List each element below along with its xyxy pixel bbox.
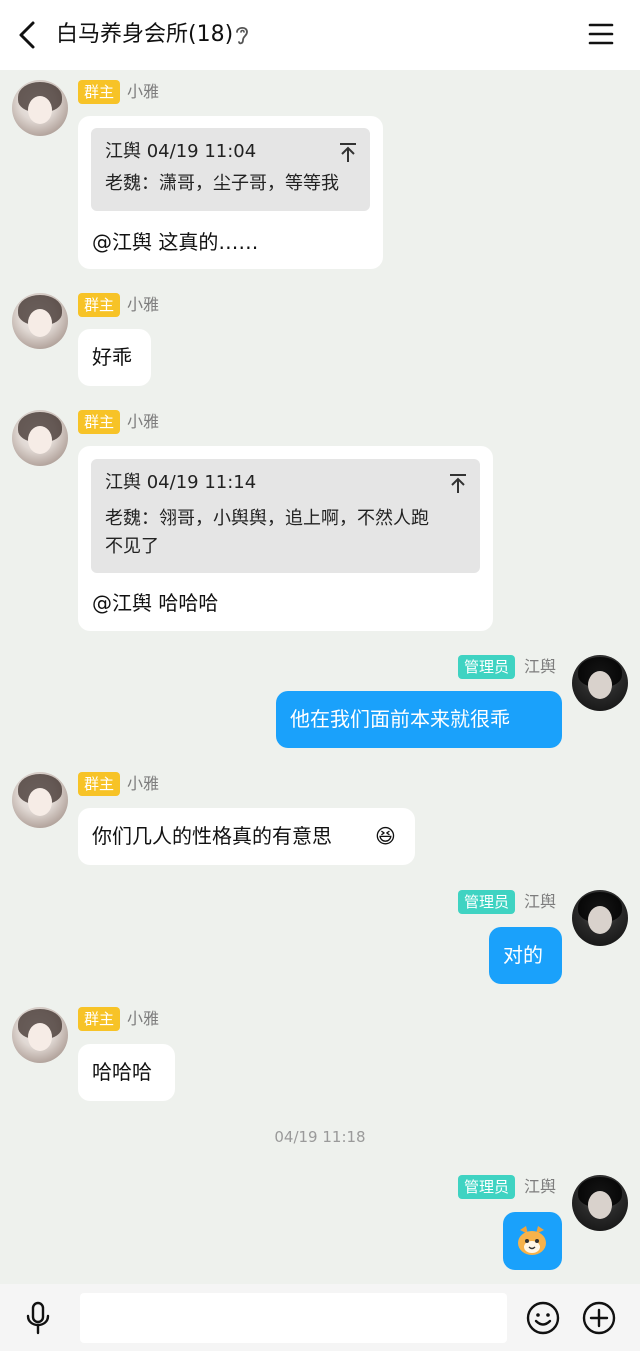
quote-text-line-2: 不见了 <box>105 536 159 557</box>
message-bubble[interactable]: 江舆 04/19 11:14 老魏：翎哥，小舆舆，追上啊，不然人跑 不见了 @江… <box>78 446 493 631</box>
laughing-emoji: 😆 <box>375 824 396 848</box>
input-bar <box>0 1284 640 1351</box>
sender-name: 江舆 <box>524 657 557 676</box>
quote-text-line-1: 老魏：翎哥，小舆舆，追上啊，不然人跑 <box>105 508 429 529</box>
chat-header: 白马养身会所(18) <box>0 0 640 70</box>
sender-name: 小雅 <box>127 412 160 431</box>
quoted-message[interactable]: 江舆 04/19 11:14 老魏：翎哥，小舆舆，追上啊，不然人跑 不见了 <box>91 459 480 573</box>
message-bubble[interactable]: 江舆 04/19 11:04 老魏：潇哥，尘子哥，等等我 @江舆 这真的…… <box>78 116 383 269</box>
message-text: 他在我们面前本来就很乖 <box>290 707 510 731</box>
sender-name: 小雅 <box>127 1009 160 1028</box>
message-bubble[interactable]: 好乖 <box>78 329 151 386</box>
message-text: 你们几人的性格真的有意思 <box>92 824 332 848</box>
avatar[interactable] <box>572 890 628 946</box>
role-badge: 群主 <box>78 410 121 434</box>
avatar[interactable] <box>572 655 628 711</box>
sender-name: 小雅 <box>127 82 160 101</box>
chat-timestamp: 04/19 11:18 <box>274 1128 366 1146</box>
back-arrow-icon[interactable] <box>14 20 42 50</box>
message-text: 好乖 <box>92 345 132 369</box>
role-badge: 群主 <box>78 80 121 104</box>
cat-face-sticker-icon <box>518 1226 546 1255</box>
chat-title: 白马养身会所(18) <box>56 22 234 47</box>
role-badge: 群主 <box>78 772 121 796</box>
microphone-icon[interactable] <box>24 1301 52 1335</box>
quoted-message[interactable]: 江舆 04/19 11:04 老魏：潇哥，尘子哥，等等我 <box>91 128 370 211</box>
message-text: 哈哈哈 <box>92 1060 152 1084</box>
avatar[interactable] <box>12 80 68 136</box>
role-badge: 管理员 <box>458 655 516 679</box>
jump-to-quote-icon[interactable] <box>448 473 468 495</box>
emoji-icon[interactable] <box>526 1301 560 1335</box>
message-text: 对的 <box>503 943 543 967</box>
role-badge: 群主 <box>78 293 121 317</box>
jump-to-quote-icon[interactable] <box>338 142 358 164</box>
message-text: @江舆 这真的…… <box>92 230 259 254</box>
quote-text: 老魏：潇哥，尘子哥，等等我 <box>105 173 339 194</box>
role-badge: 管理员 <box>458 1175 516 1199</box>
role-badge: 管理员 <box>458 890 516 914</box>
sender-name: 江舆 <box>524 1177 557 1196</box>
message-bubble[interactable]: 他在我们面前本来就很乖 <box>276 691 562 748</box>
menu-icon[interactable] <box>588 22 614 46</box>
sender-name: 江舆 <box>524 892 557 911</box>
role-badge: 群主 <box>78 1007 121 1031</box>
quote-header: 江舆 04/19 11:04 <box>105 141 257 162</box>
plus-icon[interactable] <box>582 1301 616 1335</box>
message-bubble[interactable]: 对的 <box>489 927 562 984</box>
avatar[interactable] <box>572 1175 628 1231</box>
quote-header: 江舆 04/19 11:14 <box>105 472 257 493</box>
sender-name: 小雅 <box>127 295 160 314</box>
sticker-bubble[interactable] <box>503 1212 562 1270</box>
message-bubble[interactable]: 你们几人的性格真的有意思 😆 <box>78 808 415 865</box>
avatar[interactable] <box>12 293 68 349</box>
avatar[interactable] <box>12 1007 68 1063</box>
message-bubble[interactable]: 哈哈哈 <box>78 1044 175 1101</box>
sender-name: 小雅 <box>127 774 160 793</box>
message-text: @江舆 哈哈哈 <box>92 591 219 615</box>
ear-icon <box>236 26 248 45</box>
message-input[interactable] <box>80 1293 507 1343</box>
avatar[interactable] <box>12 772 68 828</box>
avatar[interactable] <box>12 410 68 466</box>
